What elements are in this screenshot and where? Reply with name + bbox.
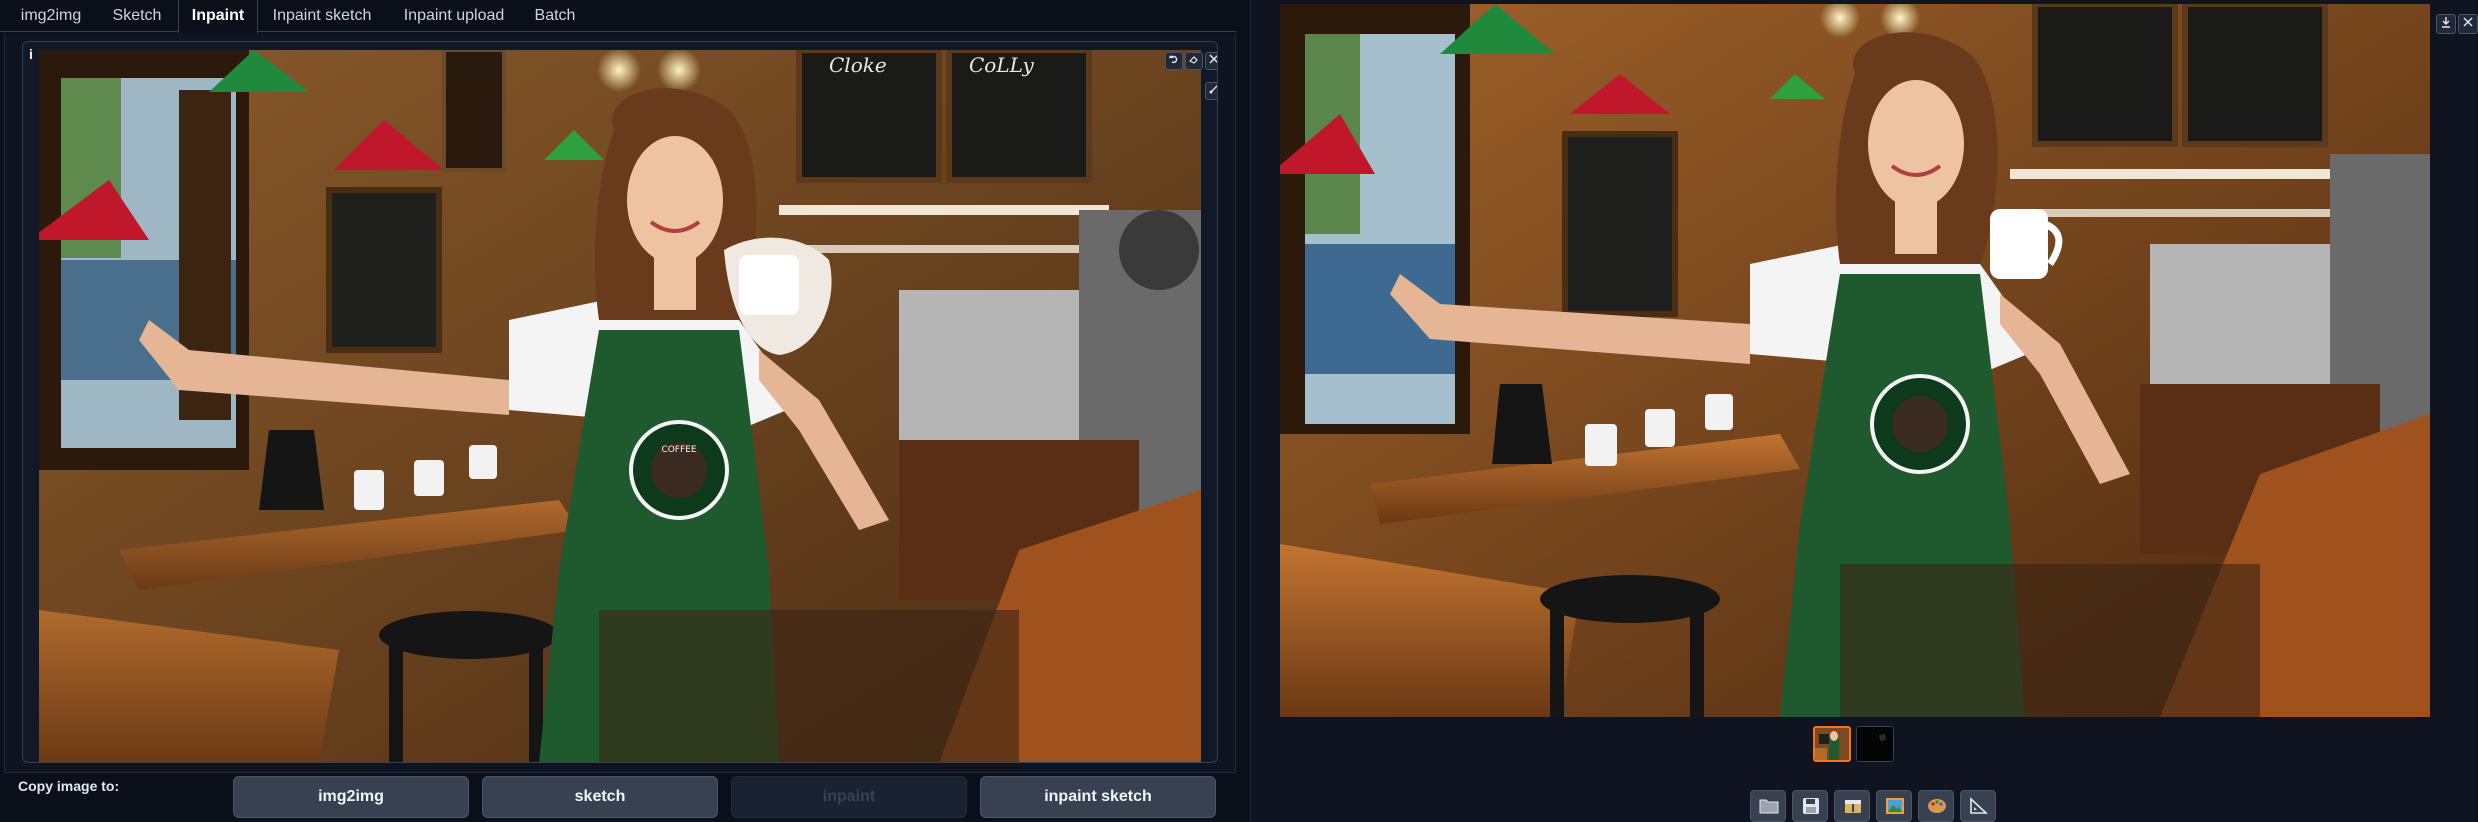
tab-img2img[interactable]: img2img [8, 0, 94, 32]
copy-to-img2img-button[interactable]: img2img [233, 776, 469, 818]
app-root: img2img Sketch Inpaint Inpaint sketch In… [0, 0, 2478, 822]
undo-icon[interactable] [1165, 52, 1183, 70]
copy-image-label: Copy image to: [18, 778, 120, 794]
result-image[interactable] [1280, 4, 2430, 717]
inpaint-panel: i Cloke CoLLy COFFEE [4, 33, 1236, 773]
save-button[interactable] [1792, 790, 1828, 822]
folder-icon [1759, 799, 1779, 814]
chalkboard-sign-1: Cloke [829, 53, 887, 77]
inpaint-canvas[interactable]: i Cloke CoLLy COFFEE [22, 41, 1218, 763]
chalkboard-sign-2: CoLLy [969, 53, 1035, 77]
apron-logo-text: COFFEE [661, 445, 696, 455]
tab-sketch[interactable]: Sketch [98, 0, 176, 32]
copy-to-inpaint-button: inpaint [731, 776, 967, 818]
zip-button[interactable] [1834, 790, 1870, 822]
ruler-icon [1970, 797, 1989, 814]
send-to-extras-button[interactable] [1960, 790, 1996, 822]
erase-icon[interactable] [1185, 52, 1203, 70]
image-icon [1886, 798, 1904, 814]
tab-batch[interactable]: Batch [526, 0, 584, 32]
save-icon [1803, 798, 1819, 814]
mode-tabbar: img2img Sketch Inpaint Inpaint sketch In… [0, 0, 1236, 33]
result-image-frame [1280, 4, 2478, 717]
result-thumbnail-selected[interactable] [1813, 726, 1851, 762]
result-panel [1250, 0, 2478, 822]
result-thumbnail-mask[interactable] [1856, 726, 1894, 762]
copy-to-inpaint-sketch-button[interactable]: inpaint sketch [980, 776, 1216, 818]
open-folder-button[interactable] [1750, 790, 1786, 822]
send-to-img2img-button[interactable] [1876, 790, 1912, 822]
info-icon: i [29, 46, 33, 62]
zip-icon [1845, 800, 1861, 813]
copy-to-sketch-button[interactable]: sketch [482, 776, 718, 818]
inpaint-image[interactable]: Cloke CoLLy COFFEE [39, 50, 1201, 763]
close-icon[interactable] [1205, 52, 1217, 70]
palette-icon [1928, 799, 1946, 813]
brush-icon[interactable] [1205, 82, 1217, 100]
tab-inpaint-upload[interactable]: Inpaint upload [392, 0, 516, 32]
send-to-inpaint-button[interactable] [1918, 790, 1954, 822]
download-icon[interactable] [2436, 14, 2456, 34]
tab-inpaint[interactable]: Inpaint [178, 0, 258, 33]
tab-inpaint-sketch[interactable]: Inpaint sketch [262, 0, 382, 32]
close-icon[interactable] [2458, 14, 2478, 34]
